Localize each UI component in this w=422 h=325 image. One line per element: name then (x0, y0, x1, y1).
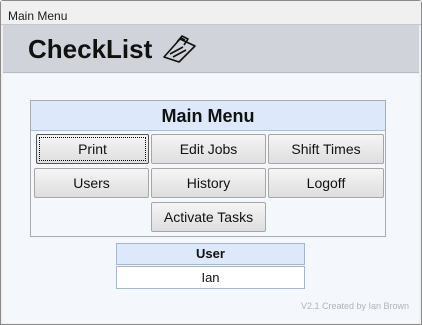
version-credit: V2.1 Created by Ian Brown (300, 301, 409, 311)
form-header: CheckList (3, 25, 419, 73)
user-label: User (116, 243, 305, 265)
print-button[interactable]: Print (36, 134, 149, 164)
history-button[interactable]: History (151, 168, 266, 198)
form-detail: Main Menu Print Edit Jobs Shift Times Us… (3, 74, 419, 323)
user-value: Ian (116, 266, 305, 289)
shift-times-button[interactable]: Shift Times (268, 134, 384, 164)
window-titlebar[interactable]: Main Menu (1, 1, 421, 25)
users-button[interactable]: Users (34, 168, 149, 198)
logoff-button[interactable]: Logoff (268, 168, 384, 198)
app-title: CheckList (28, 34, 153, 64)
main-menu-heading: Main Menu (31, 101, 385, 131)
activate-tasks-button[interactable]: Activate Tasks (151, 202, 266, 232)
clipboard-icon (161, 33, 199, 63)
edit-jobs-button[interactable]: Edit Jobs (151, 134, 266, 164)
main-menu-window: Main Menu CheckList Main Menu Print Edit… (0, 0, 422, 325)
window-title: Main Menu (8, 9, 68, 23)
main-menu-panel: Main Menu Print Edit Jobs Shift Times Us… (30, 100, 386, 237)
